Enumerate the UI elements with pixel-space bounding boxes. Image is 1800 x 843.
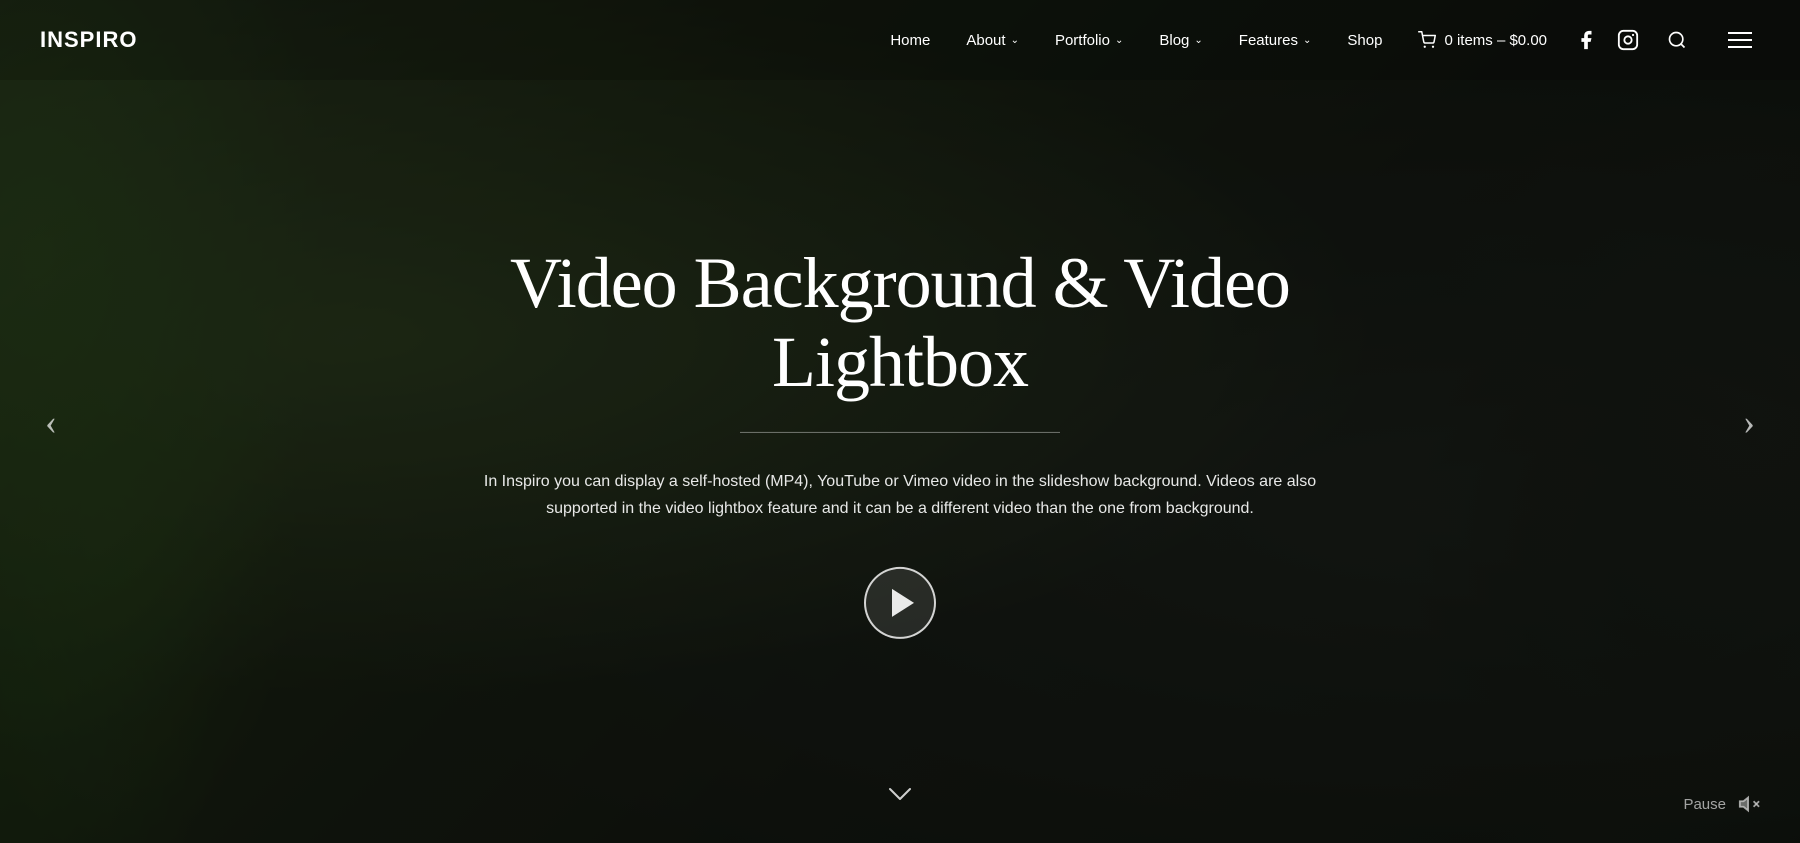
search-button[interactable]	[1659, 30, 1695, 50]
menu-toggle-button[interactable]	[1720, 32, 1760, 48]
slider-next-button[interactable]: ›	[1728, 389, 1770, 455]
cart-label: 0 items – $0.00	[1444, 32, 1547, 49]
instagram-icon[interactable]	[1617, 29, 1639, 51]
nav-item-portfolio[interactable]: Portfolio ⌄	[1037, 32, 1141, 49]
nav-item-blog[interactable]: Blog ⌄	[1141, 32, 1220, 49]
mute-icon	[1738, 793, 1760, 815]
about-dropdown-chevron: ⌄	[1011, 35, 1019, 46]
portfolio-dropdown-chevron: ⌄	[1115, 35, 1123, 46]
play-triangle-icon	[892, 589, 914, 617]
chevron-down-icon	[886, 780, 914, 808]
hero-divider	[740, 432, 1060, 433]
hamburger-line-1	[1728, 32, 1752, 34]
nav-item-about[interactable]: About ⌄	[948, 32, 1037, 49]
play-button[interactable]	[864, 567, 936, 639]
video-controls: Pause	[1683, 793, 1760, 815]
hamburger-line-3	[1728, 46, 1752, 48]
nav-item-features[interactable]: Features ⌄	[1221, 32, 1330, 49]
hero-description: In Inspiro you can display a self-hosted…	[450, 468, 1350, 522]
slider-prev-button[interactable]: ‹	[30, 389, 72, 455]
facebook-icon[interactable]	[1575, 29, 1597, 51]
social-icons-group	[1565, 29, 1760, 51]
pause-button[interactable]: Pause	[1683, 796, 1726, 813]
cart-icon	[1418, 31, 1436, 49]
mute-button[interactable]	[1738, 793, 1760, 815]
hero-title: Video Background & Video Lightbox	[400, 243, 1400, 401]
site-header: INSPIRO Home About ⌄ Portfolio ⌄ Blog ⌄ …	[0, 0, 1800, 80]
hero-content: Video Background & Video Lightbox In Ins…	[400, 243, 1400, 639]
cart-button[interactable]: 0 items – $0.00	[1400, 31, 1565, 49]
nav-item-home[interactable]: Home	[872, 32, 948, 49]
site-logo[interactable]: INSPIRO	[40, 27, 137, 53]
hamburger-line-2	[1728, 39, 1752, 41]
scroll-down-button[interactable]	[886, 780, 914, 808]
main-navigation: Home About ⌄ Portfolio ⌄ Blog ⌄ Features…	[872, 32, 1400, 49]
nav-item-shop[interactable]: Shop	[1329, 32, 1400, 49]
blog-dropdown-chevron: ⌄	[1194, 35, 1202, 46]
features-dropdown-chevron: ⌄	[1303, 35, 1311, 46]
